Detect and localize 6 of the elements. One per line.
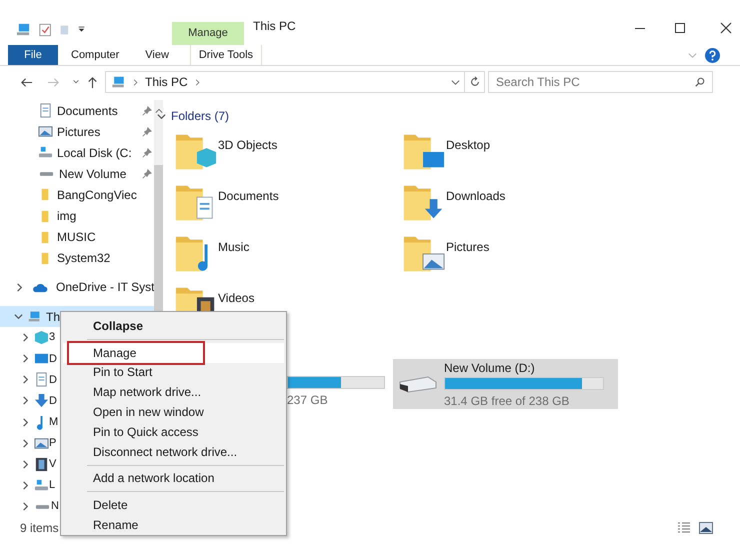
drive-name: New Volume (D:): [444, 360, 536, 376]
item-count: 9 items: [20, 520, 59, 536]
drive-space: 237 GB: [287, 392, 329, 409]
contextual-tab-group: Manage: [172, 22, 244, 45]
window-title: This PC: [253, 18, 296, 34]
drive-space: 31.4 GB free of 238 GB: [444, 392, 570, 410]
